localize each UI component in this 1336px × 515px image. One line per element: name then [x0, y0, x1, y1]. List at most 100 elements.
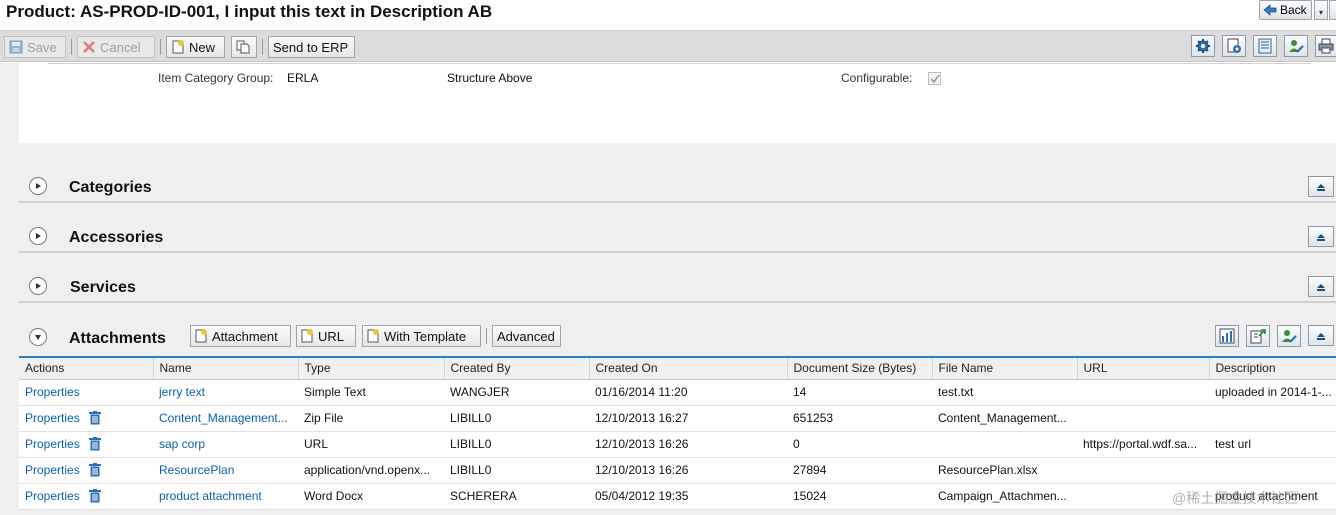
send-to-erp-button[interactable]: Send to ERP [268, 36, 355, 58]
add-url-button[interactable]: URL [296, 325, 356, 347]
save-button[interactable]: Save [4, 36, 66, 58]
back-button[interactable]: Back [1259, 0, 1312, 20]
add-attachment-button[interactable]: Attachment [190, 325, 291, 347]
created-by-cell: SCHERERA [444, 483, 589, 510]
type-cell: Simple Text [298, 379, 444, 406]
eject-icon [1317, 233, 1325, 241]
column-header-file-name[interactable]: File Name [932, 357, 1078, 380]
section-title-services: Services [70, 279, 136, 296]
expand-accessories-button[interactable] [29, 227, 47, 245]
section-accessories: Accessories [19, 217, 1336, 253]
expand-services-button[interactable] [29, 277, 47, 295]
table-row[interactable]: Properties Content_Management... Zip Fil… [19, 405, 1336, 432]
description-cell [1209, 457, 1336, 484]
actions-cell: Properties [19, 457, 153, 484]
collapse-attachments-button[interactable] [1308, 325, 1334, 346]
column-header-created-by[interactable]: Created By [444, 357, 590, 380]
export-button[interactable] [1246, 325, 1270, 347]
size-cell: 15024 [787, 483, 932, 510]
trash-icon[interactable] [89, 463, 102, 477]
description-cell: test url [1209, 431, 1336, 458]
name-cell: product attachment [153, 483, 298, 510]
general-data-panel: Item Category Group: ERLA Structure Abov… [19, 63, 1336, 143]
user-edit-button[interactable] [1284, 35, 1308, 57]
properties-link[interactable]: Properties [25, 411, 80, 425]
settings-button[interactable] [1191, 35, 1215, 57]
column-header-document-size[interactable]: Document Size (Bytes) [787, 357, 933, 380]
history-dropdown-button[interactable]: ▾ [1314, 0, 1328, 20]
file-name-cell [932, 431, 1077, 458]
trash-icon[interactable] [89, 437, 102, 451]
attachment-name-link[interactable]: sap corp [159, 437, 205, 451]
table-row[interactable]: Properties ResourcePlan application/vnd.… [19, 457, 1336, 484]
name-cell: sap corp [153, 431, 298, 458]
size-cell: 651253 [787, 405, 932, 432]
attachment-name-link[interactable]: Content_Management... [159, 411, 288, 425]
print-button[interactable] [1315, 35, 1336, 57]
section-title-attachments: Attachments [69, 330, 166, 347]
actions-cell: Properties [19, 405, 153, 432]
main-content: Item Category Group: ERLA Structure Abov… [0, 63, 1336, 515]
column-header-created-on[interactable]: Created On [589, 357, 788, 380]
table-row[interactable]: Properties product attachment Word Docx … [19, 483, 1336, 510]
collapse-categories-button[interactable] [1308, 176, 1334, 197]
actions-cell: Properties [19, 431, 153, 458]
title-bar: Product: AS-PROD-ID-001, I input this te… [0, 0, 1336, 28]
column-header-type[interactable]: Type [298, 357, 445, 380]
trash-icon[interactable] [89, 411, 102, 425]
size-cell: 27894 [787, 457, 932, 484]
attachment-name-link[interactable]: jerry text [159, 385, 205, 399]
copy-button[interactable] [231, 36, 257, 58]
name-cell: jerry text [153, 379, 298, 406]
with-template-button[interactable]: With Template [362, 325, 481, 347]
table-row[interactable]: Properties sap corp URL LIBILL0 12/10/20… [19, 431, 1336, 458]
personalize-button[interactable] [1222, 35, 1246, 57]
trash-icon[interactable] [89, 489, 102, 503]
panel-divider [48, 63, 1311, 64]
collapse-attachments-toggle[interactable] [29, 328, 47, 346]
properties-link[interactable]: Properties [25, 385, 80, 399]
properties-link[interactable]: Properties [25, 437, 80, 451]
attachment-name-link[interactable]: product attachment [159, 489, 262, 503]
configurable-checkbox[interactable] [928, 72, 941, 85]
toolbar-divider [486, 328, 487, 344]
save-label: Save [27, 39, 57, 55]
file-name-cell: Content_Management... [932, 405, 1077, 432]
overflow-button[interactable] [1329, 0, 1336, 20]
attachments-table: Actions Name Type Created By Created On … [19, 356, 1336, 510]
section-categories: Categories [19, 167, 1336, 203]
collapse-services-button[interactable] [1308, 276, 1334, 297]
attachment-name-link[interactable]: ResourcePlan [159, 463, 234, 477]
triangle-right-icon [36, 233, 41, 239]
size-cell: 0 [787, 431, 932, 458]
type-cell: URL [298, 431, 444, 458]
list-view-button[interactable] [1253, 35, 1277, 57]
toolbar-divider [71, 39, 72, 55]
column-header-name[interactable]: Name [153, 357, 299, 380]
with-template-label: With Template [384, 328, 467, 344]
new-button[interactable]: New [166, 36, 225, 58]
type-cell: Word Docx [298, 483, 444, 510]
table-row[interactable]: Properties jerry text Simple Text WANGJE… [19, 379, 1336, 406]
properties-link[interactable]: Properties [25, 489, 80, 503]
eject-icon [1317, 283, 1325, 291]
properties-link[interactable]: Properties [25, 463, 80, 477]
advanced-button[interactable]: Advanced [492, 325, 561, 347]
url-cell [1077, 405, 1209, 432]
send-label: Send to ERP [273, 39, 349, 55]
chart-view-button[interactable] [1215, 325, 1239, 347]
expand-categories-button[interactable] [29, 177, 47, 195]
advanced-label: Advanced [497, 328, 555, 344]
cancel-button[interactable]: Cancel [77, 36, 155, 58]
file-name-cell: ResourcePlan.xlsx [932, 457, 1077, 484]
new-label: New [189, 39, 216, 55]
column-header-url[interactable]: URL [1077, 357, 1210, 380]
triangle-right-icon [36, 283, 41, 289]
user-edit-button[interactable] [1277, 325, 1301, 347]
column-header-description[interactable]: Description [1209, 357, 1336, 380]
name-cell: Content_Management... [153, 405, 298, 432]
column-header-actions[interactable]: Actions [19, 357, 154, 380]
size-cell: 14 [787, 379, 932, 406]
type-cell: Zip File [298, 405, 444, 432]
collapse-accessories-button[interactable] [1308, 226, 1334, 247]
